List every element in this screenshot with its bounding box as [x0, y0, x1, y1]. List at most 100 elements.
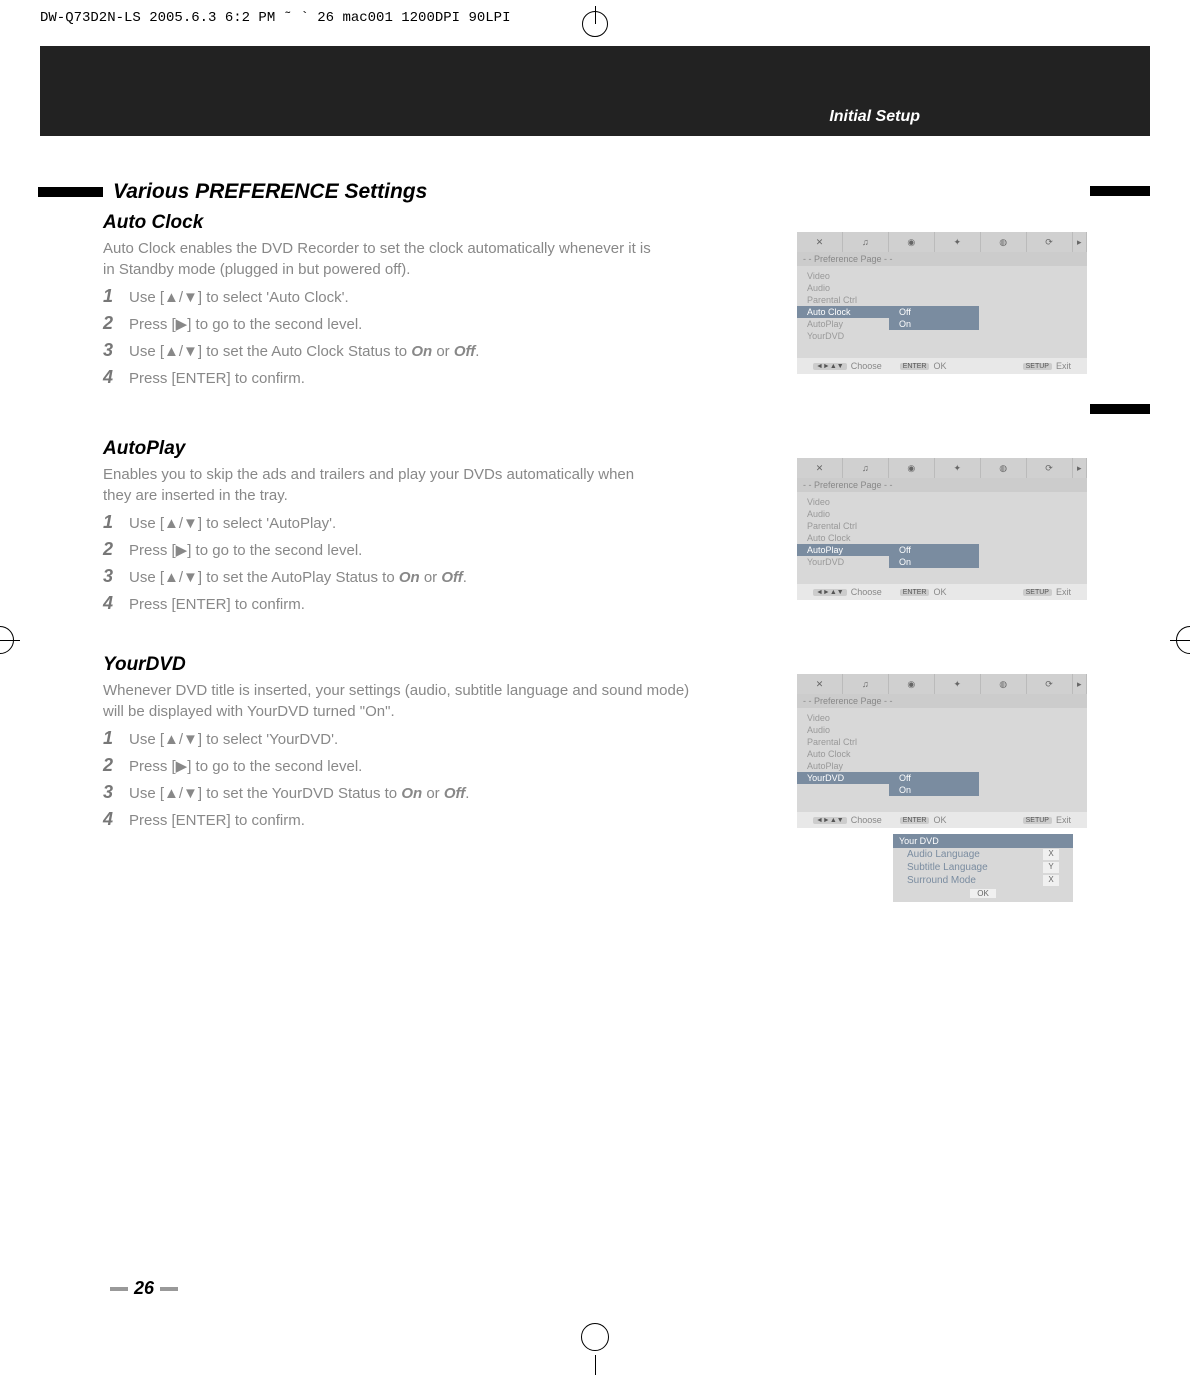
footer-ok: OK — [933, 815, 946, 825]
menu-item: Parental Ctrl — [797, 736, 889, 748]
tab-icon-2: ♫ — [843, 458, 889, 478]
popup-row: Audio Language X — [893, 848, 1073, 861]
footer-choose: Choose — [851, 815, 882, 825]
menu-item: Audio — [797, 724, 889, 736]
popup-label: Subtitle Language — [907, 862, 988, 873]
menu-panel-auto-clock: ✕ ♫ ◉ ✦ ◍ ⟳ ▸ - - Preference Page - - Vi… — [797, 232, 1087, 374]
tab-icon-6: ⟳ — [1027, 232, 1073, 252]
menu-option: Off — [889, 306, 979, 318]
menu-item: Parental Ctrl — [797, 520, 889, 532]
subsection-auto-clock: Auto Clock Auto Clock enables the DVD Re… — [103, 212, 1087, 388]
menu-item-selected: YourDVD — [797, 772, 889, 784]
menu-body: Video Audio Parental Ctrl Auto Clock Aut… — [797, 708, 1087, 812]
menu-tabs: ✕ ♫ ◉ ✦ ◍ ⟳ ▸ — [797, 674, 1087, 694]
menu-item: Video — [797, 496, 889, 508]
crop-mark-right — [1170, 620, 1190, 660]
setup-key: SETUP — [1023, 817, 1052, 824]
header-band: Initial Setup — [40, 46, 1150, 136]
arrows-key: ◄►▲▼ — [813, 589, 847, 596]
step-number: 3 — [103, 782, 129, 803]
menu-item: AutoPlay — [797, 318, 889, 330]
tab-icon-7: ▸ — [1073, 232, 1087, 252]
menu-option: Off — [889, 544, 979, 556]
heading-bar — [38, 187, 103, 197]
menu-subtitle: - - Preference Page - - — [797, 252, 1087, 266]
footer-exit: Exit — [1056, 361, 1071, 371]
step-number: 1 — [103, 512, 129, 533]
step-number: 1 — [103, 728, 129, 749]
menu-subtitle: - - Preference Page - - — [797, 478, 1087, 492]
footer-choose: Choose — [851, 587, 882, 597]
menu-item: Video — [797, 270, 889, 282]
crop-mark-left — [0, 620, 20, 660]
yourdvd-desc: Whenever DVD title is inserted, your set… — [103, 680, 693, 722]
page-dash-right — [160, 1287, 178, 1291]
file-header-code: DW-Q73D2N-LS 2005.6.3 6:2 PM ˜ ` 26 mac0… — [40, 10, 510, 26]
auto-clock-title: Auto Clock — [103, 212, 1087, 234]
step-number: 4 — [103, 367, 129, 388]
subsection-autoplay: AutoPlay Enables you to skip the ads and… — [103, 438, 1087, 614]
tab-icon-3: ◉ — [889, 458, 935, 478]
menu-option: Off — [889, 772, 979, 784]
menu-panel-autoplay: ✕ ♫ ◉ ✦ ◍ ⟳ ▸ - - Preference Page - - Vi… — [797, 458, 1087, 600]
breadcrumb: Initial Setup — [829, 108, 920, 126]
page-dash-left — [110, 1287, 128, 1291]
popup-val: X — [1043, 849, 1059, 860]
yourdvd-title: YourDVD — [103, 654, 1087, 676]
your-dvd-popup: Your DVD Audio Language X Subtitle Langua… — [893, 834, 1073, 902]
tab-icon-3: ◉ — [889, 232, 935, 252]
step-number: 4 — [103, 809, 129, 830]
menu-body: Video Audio Parental Ctrl Auto ClockOff … — [797, 266, 1087, 358]
menu-option: On — [889, 784, 979, 796]
footer-choose: Choose — [851, 361, 882, 371]
accent-bar-2 — [1090, 404, 1150, 414]
step-number: 1 — [103, 286, 129, 307]
footer-ok: OK — [933, 587, 946, 597]
autoplay-title: AutoPlay — [103, 438, 1087, 460]
menu-footer: ◄►▲▼Choose ENTEROK SETUPExit — [797, 584, 1087, 600]
menu-panel-yourdvd: ✕ ♫ ◉ ✦ ◍ ⟳ ▸ - - Preference Page - - Vi… — [797, 674, 1087, 828]
tab-icon-5: ◍ — [981, 232, 1027, 252]
popup-ok: OK — [970, 889, 996, 898]
menu-item: AutoPlay — [797, 760, 889, 772]
menu-option: On — [889, 556, 979, 568]
menu-item-selected: AutoPlay — [797, 544, 889, 556]
page-number-text: 26 — [134, 1278, 154, 1299]
menu-item: Audio — [797, 282, 889, 294]
auto-clock-desc: Auto Clock enables the DVD Recorder to s… — [103, 238, 663, 280]
enter-key: ENTER — [900, 363, 930, 370]
tab-icon-6: ⟳ — [1027, 674, 1073, 694]
menu-item: YourDVD — [797, 330, 889, 342]
menu-item: Auto Clock — [797, 532, 889, 544]
step-number: 3 — [103, 566, 129, 587]
popup-header: Your DVD — [893, 834, 1073, 848]
accent-bar-1 — [1090, 186, 1150, 196]
menu-footer: ◄►▲▼Choose ENTEROK SETUPExit — [797, 812, 1087, 828]
step-number: 2 — [103, 539, 129, 560]
popup-val: X — [1043, 875, 1059, 886]
setup-key: SETUP — [1023, 363, 1052, 370]
tab-icon-6: ⟳ — [1027, 458, 1073, 478]
tab-icon-7: ▸ — [1073, 458, 1087, 478]
tab-icon-1: ✕ — [797, 674, 843, 694]
menu-option: On — [889, 318, 979, 330]
arrows-key: ◄►▲▼ — [813, 363, 847, 370]
tab-icon-2: ♫ — [843, 674, 889, 694]
step-number: 4 — [103, 593, 129, 614]
menu-item — [797, 784, 889, 796]
tab-icon-1: ✕ — [797, 458, 843, 478]
step-number: 2 — [103, 755, 129, 776]
menu-tabs: ✕ ♫ ◉ ✦ ◍ ⟳ ▸ — [797, 232, 1087, 252]
tab-icon-5: ◍ — [981, 674, 1027, 694]
menu-item: YourDVD — [797, 556, 889, 568]
tab-icon-2: ♫ — [843, 232, 889, 252]
tab-icon-4: ✦ — [935, 458, 981, 478]
menu-subtitle: - - Preference Page - - — [797, 694, 1087, 708]
arrows-key: ◄►▲▼ — [813, 817, 847, 824]
page-number: 26 — [110, 1278, 178, 1299]
tab-icon-4: ✦ — [935, 674, 981, 694]
section-heading: Various PREFERENCE Settings — [103, 180, 1087, 204]
footer-ok: OK — [933, 361, 946, 371]
footer-exit: Exit — [1056, 587, 1071, 597]
popup-label: Audio Language — [907, 849, 980, 860]
